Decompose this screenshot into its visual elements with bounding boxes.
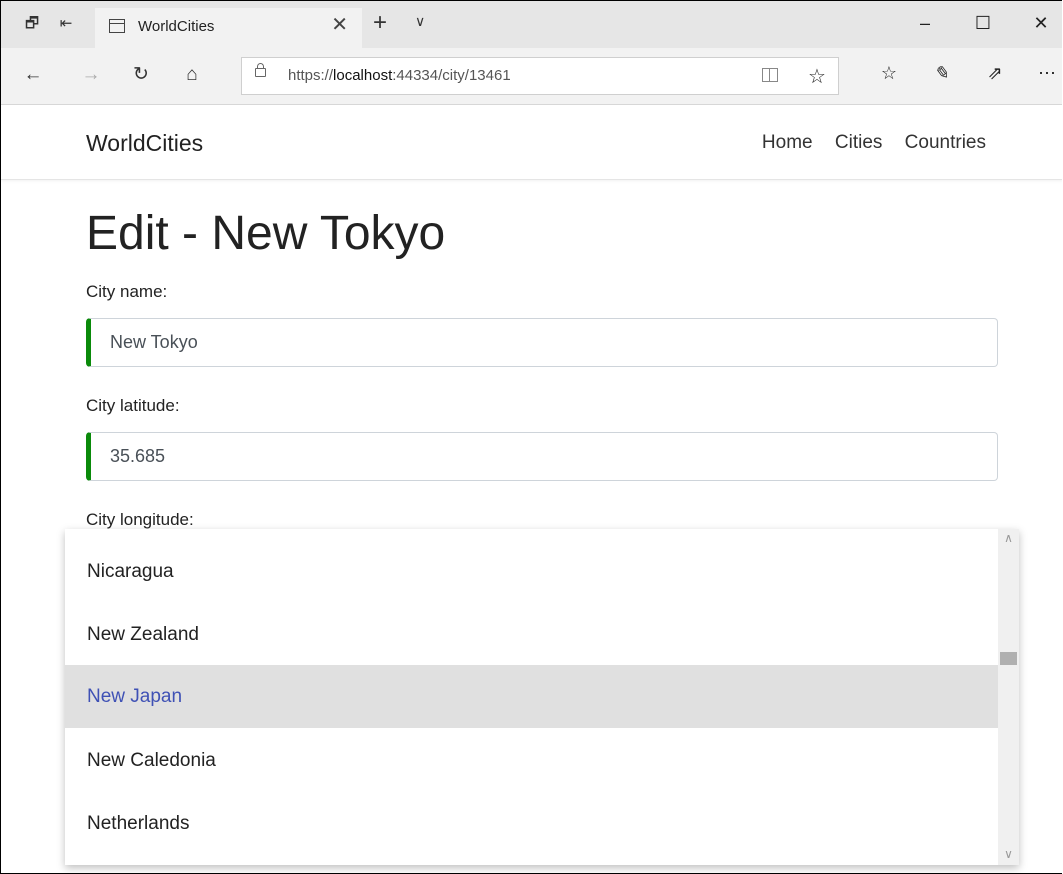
tab-strip: 🗗 ⇤ WorldCities ✕ + ∨ – ☐ ✕ [1,1,1062,48]
option-new-japan[interactable]: New Japan [65,665,998,728]
city-latitude-field[interactable]: 35.685 [86,432,998,481]
lock-icon[interactable] [255,63,266,77]
tab-title: WorldCities [138,18,215,35]
scrollbar-thumb[interactable] [1000,652,1017,665]
nav-link-cities[interactable]: Cities [835,132,883,153]
option-new-caledonia[interactable]: New Caledonia [65,729,998,792]
city-longitude-label: City longitude: [86,510,194,529]
city-name-field[interactable]: New Tokyo [86,318,998,367]
nav-link-countries[interactable]: Countries [905,132,986,153]
address-bar[interactable]: https://localhost:44334/city/13461 ☆ [241,57,839,95]
reading-view-icon[interactable] [762,68,778,82]
page-title: Edit - New Tokyo [86,207,446,260]
page-icon [109,19,125,33]
dropdown-scrollbar[interactable]: ∧ ∨ [998,529,1019,865]
brand-link[interactable]: WorldCities [86,130,203,157]
chevron-down-icon[interactable]: ∨ [415,13,425,30]
home-icon[interactable]: ⌂ [180,64,204,86]
more-icon[interactable]: ⋯ [1035,62,1059,84]
app-navbar: WorldCities Home Cities Countries [1,105,1062,180]
refresh-icon[interactable]: ↻ [129,64,153,86]
forward-arrow-icon[interactable]: → [79,64,103,86]
city-latitude-value: 35.685 [110,446,166,466]
option-netherlands[interactable]: Netherlands [65,792,998,855]
option-new-zealand[interactable]: New Zealand [65,603,998,666]
country-dropdown-panel: Nicaragua New Zealand New Japan New Cale… [65,529,1019,865]
url-text[interactable]: https://localhost:44334/city/13461 [288,67,511,84]
scroll-up-icon[interactable]: ∧ [998,531,1019,545]
city-latitude-label: City latitude: [86,396,180,415]
pen-icon[interactable]: ✎ [929,62,953,84]
favorites-icon[interactable]: ☆ [877,62,901,84]
tabs-aside-icon[interactable]: 🗗 [23,15,41,33]
nav-links: Home Cities Countries [745,132,986,154]
tab-worldcities[interactable]: WorldCities ✕ [95,8,362,48]
browser-window: 🗗 ⇤ WorldCities ✕ + ∨ – ☐ ✕ ← → ↻ ⌂ http… [0,0,1062,874]
star-icon[interactable]: ☆ [808,64,826,89]
nav-link-home[interactable]: Home [762,132,813,153]
url-host: localhost [333,67,393,84]
maximize-icon[interactable]: ☐ [973,11,993,35]
share-icon[interactable]: ⇗ [983,62,1007,84]
window-close-icon[interactable]: ✕ [1031,11,1051,35]
scroll-down-icon[interactable]: ∨ [998,847,1019,861]
address-toolbar: ← → ↻ ⌂ https://localhost:44334/city/134… [1,48,1062,105]
city-name-value: New Tokyo [110,332,198,352]
back-arrow-icon[interactable]: ← [21,64,45,86]
minimize-icon[interactable]: – [915,11,935,35]
close-icon[interactable]: ✕ [331,15,348,35]
url-scheme: https:// [288,67,334,84]
city-name-label: City name: [86,282,168,301]
plus-icon[interactable]: + [373,11,387,35]
url-path: :44334/city/13461 [392,67,511,84]
set-tabs-aside-icon[interactable]: ⇤ [57,15,75,33]
option-nicaragua[interactable]: Nicaragua [65,540,998,603]
